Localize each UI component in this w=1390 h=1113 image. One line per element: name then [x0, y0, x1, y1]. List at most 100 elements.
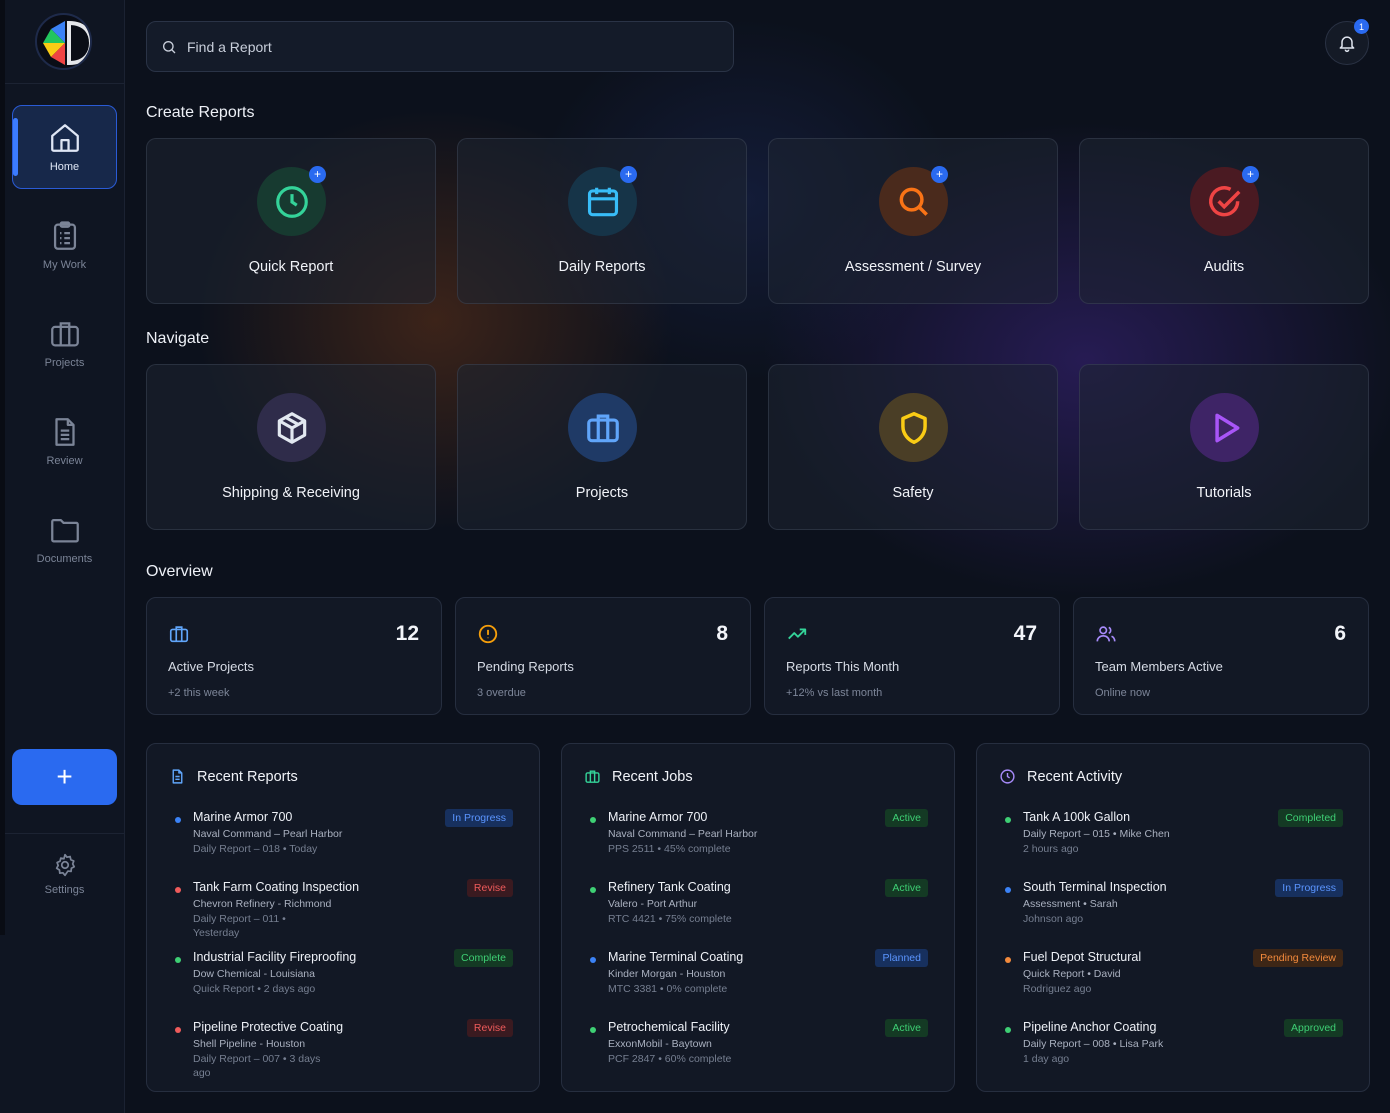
list-item[interactable]: Pipeline Protective Coating Shell Pipeli…: [175, 1019, 515, 1086]
app-logo[interactable]: [35, 13, 92, 70]
tile-tutorials[interactable]: Tutorials: [1079, 364, 1369, 530]
play-icon: [1214, 413, 1239, 442]
box-icon: [277, 411, 306, 444]
status-dot: [1005, 1027, 1011, 1033]
list-item[interactable]: Tank Farm Coating Inspection Chevron Ref…: [175, 879, 515, 946]
list-item[interactable]: Tank A 100k Gallon Daily Report – 015 • …: [1005, 809, 1345, 876]
sidebar-item-my-work[interactable]: My Work: [12, 203, 117, 287]
tile-quick-report[interactable]: + Quick Report: [146, 138, 436, 304]
tile-projects[interactable]: Projects: [457, 364, 747, 530]
list-item-title: Marine Armor 700: [193, 810, 293, 824]
section-title-create-reports: Create Reports: [146, 104, 255, 121]
list-item-subtitle: Naval Command – Pearl Harbor: [193, 828, 343, 840]
list-item-subtitle: ExxonMobil - Baytown: [608, 1038, 712, 1050]
stat-card-reports-this-month[interactable]: 47 Reports This Month +12% vs last month: [764, 597, 1060, 715]
check-circle-icon: [1208, 185, 1240, 216]
status-badge: Approved: [1284, 1019, 1343, 1037]
home-icon: [50, 124, 79, 152]
tile-label: Quick Report: [248, 259, 334, 275]
sidebar-item-projects[interactable]: Projects: [12, 301, 117, 385]
list-item[interactable]: Pipeline Anchor Coating Daily Report – 0…: [1005, 1019, 1345, 1086]
stat-subtitle: +12% vs last month: [786, 687, 883, 699]
search-icon: [899, 187, 928, 216]
tile-label: Safety: [892, 485, 934, 501]
list-item-subtitle: Assessment • Sarah: [1023, 898, 1118, 910]
panel-title: Recent Jobs: [612, 768, 693, 785]
tile-icon-circle: [1190, 393, 1259, 462]
trending-up-icon: [788, 628, 807, 640]
tile-assessment-survey[interactable]: + Assessment / Survey: [768, 138, 1058, 304]
list-item[interactable]: Marine Armor 700 Naval Command – Pearl H…: [590, 809, 930, 876]
panel-recent-reports: Recent Reports Marine Armor 700 Naval Co…: [146, 743, 540, 1092]
list-item-meta: RTC 4421 • 75% complete: [608, 913, 732, 925]
list-item-meta: MTC 3381 • 0% complete: [608, 983, 728, 995]
status-badge: Active: [885, 1019, 928, 1037]
notification-badge: 1: [1354, 19, 1369, 34]
list-item[interactable]: Marine Terminal Coating Kinder Morgan - …: [590, 949, 930, 1016]
status-dot: [590, 887, 596, 893]
section-title-navigate: Navigate: [146, 330, 210, 347]
document-icon: [54, 418, 75, 446]
sidebar-item-home[interactable]: Home: [12, 105, 117, 189]
plus-icon: +: [931, 166, 948, 183]
clock-icon: [275, 185, 308, 218]
list-item-title: Tank Farm Coating Inspection: [193, 880, 360, 894]
tile-audits[interactable]: + Audits: [1079, 138, 1369, 304]
briefcase-icon: [169, 626, 189, 643]
list-item-subtitle: Dow Chemical - Louisiana: [193, 968, 315, 980]
status-badge: Complete: [454, 949, 513, 967]
status-dot: [175, 817, 181, 823]
briefcase-icon: [585, 770, 600, 783]
plus-icon: +: [620, 166, 637, 183]
stat-subtitle: Online now: [1095, 687, 1151, 699]
gear-icon: [55, 853, 75, 877]
list-item-meta: 2 hours ago: [1023, 843, 1079, 855]
stat-card-team-members[interactable]: 6 Team Members Active Online now: [1073, 597, 1369, 715]
stat-card-pending-reports[interactable]: 8 Pending Reports 3 overdue: [455, 597, 751, 715]
stat-title: Active Projects: [168, 659, 254, 674]
tile-icon-circle: [257, 393, 326, 462]
alert-circle-icon: [478, 624, 498, 644]
list-item-subtitle: Shell Pipeline - Houston: [193, 1038, 306, 1050]
list-item[interactable]: Refinery Tank Coating Valero - Port Arth…: [590, 879, 930, 946]
search-input[interactable]: [187, 38, 687, 55]
panel-title: Recent Reports: [197, 768, 298, 785]
list-item[interactable]: South Terminal Inspection Assessment • S…: [1005, 879, 1345, 946]
list-item-subtitle: Valero - Port Arthur: [608, 898, 698, 910]
status-dot: [175, 1027, 181, 1033]
tile-daily-reports[interactable]: + Daily Reports: [457, 138, 747, 304]
stat-value: 6: [1334, 622, 1346, 645]
panel-recent-jobs: Recent Jobs Marine Armor 700 Naval Comma…: [561, 743, 955, 1092]
list-item-title: Pipeline Protective Coating: [193, 1020, 344, 1034]
status-badge: Revise: [466, 1019, 513, 1037]
list-item-meta: Johnson ago: [1023, 913, 1084, 925]
stat-card-active-projects[interactable]: 12 Active Projects +2 this week: [146, 597, 442, 715]
status-dot: [590, 817, 596, 823]
list-item[interactable]: Fuel Depot Structural Quick Report • Dav…: [1005, 949, 1345, 1016]
sidebar-item-settings[interactable]: Settings: [12, 832, 117, 916]
tile-safety[interactable]: Safety: [768, 364, 1058, 530]
bell-icon: [1339, 36, 1355, 53]
stat-title: Team Members Active: [1095, 659, 1223, 674]
list-item[interactable]: Industrial Facility Fireproofing Dow Che…: [175, 949, 515, 1016]
shield-icon: [900, 411, 927, 444]
tile-shipping-receiving[interactable]: Shipping & Receiving: [146, 364, 436, 530]
list-item-subtitle: Daily Report – 015 • Mike Chen: [1023, 828, 1170, 840]
sidebar-item-documents[interactable]: Documents: [12, 497, 117, 581]
search-bar[interactable]: [146, 21, 734, 72]
status-dot: [590, 957, 596, 963]
plus-icon: +: [1242, 166, 1259, 183]
list-item-title: Fuel Depot Structural: [1023, 950, 1142, 964]
list-item[interactable]: Marine Armor 700 Naval Command – Pearl H…: [175, 809, 515, 876]
add-button[interactable]: +: [12, 749, 117, 805]
stat-title: Reports This Month: [786, 659, 900, 674]
list-item-title: South Terminal Inspection: [1023, 880, 1167, 894]
list-item-meta: PPS 2511 • 45% complete: [608, 843, 731, 855]
sidebar-item-review[interactable]: Review: [12, 399, 117, 483]
status-dot: [175, 887, 181, 893]
sidebar-item-label: Settings: [44, 884, 85, 896]
panel-recent-activity: Recent Activity Tank A 100k Gallon Daily…: [976, 743, 1370, 1092]
sidebar-item-label: Review: [46, 455, 83, 467]
list-item-title: Pipeline Anchor Coating: [1023, 1020, 1157, 1034]
list-item[interactable]: Petrochemical Facility ExxonMobil - Bayt…: [590, 1019, 930, 1086]
